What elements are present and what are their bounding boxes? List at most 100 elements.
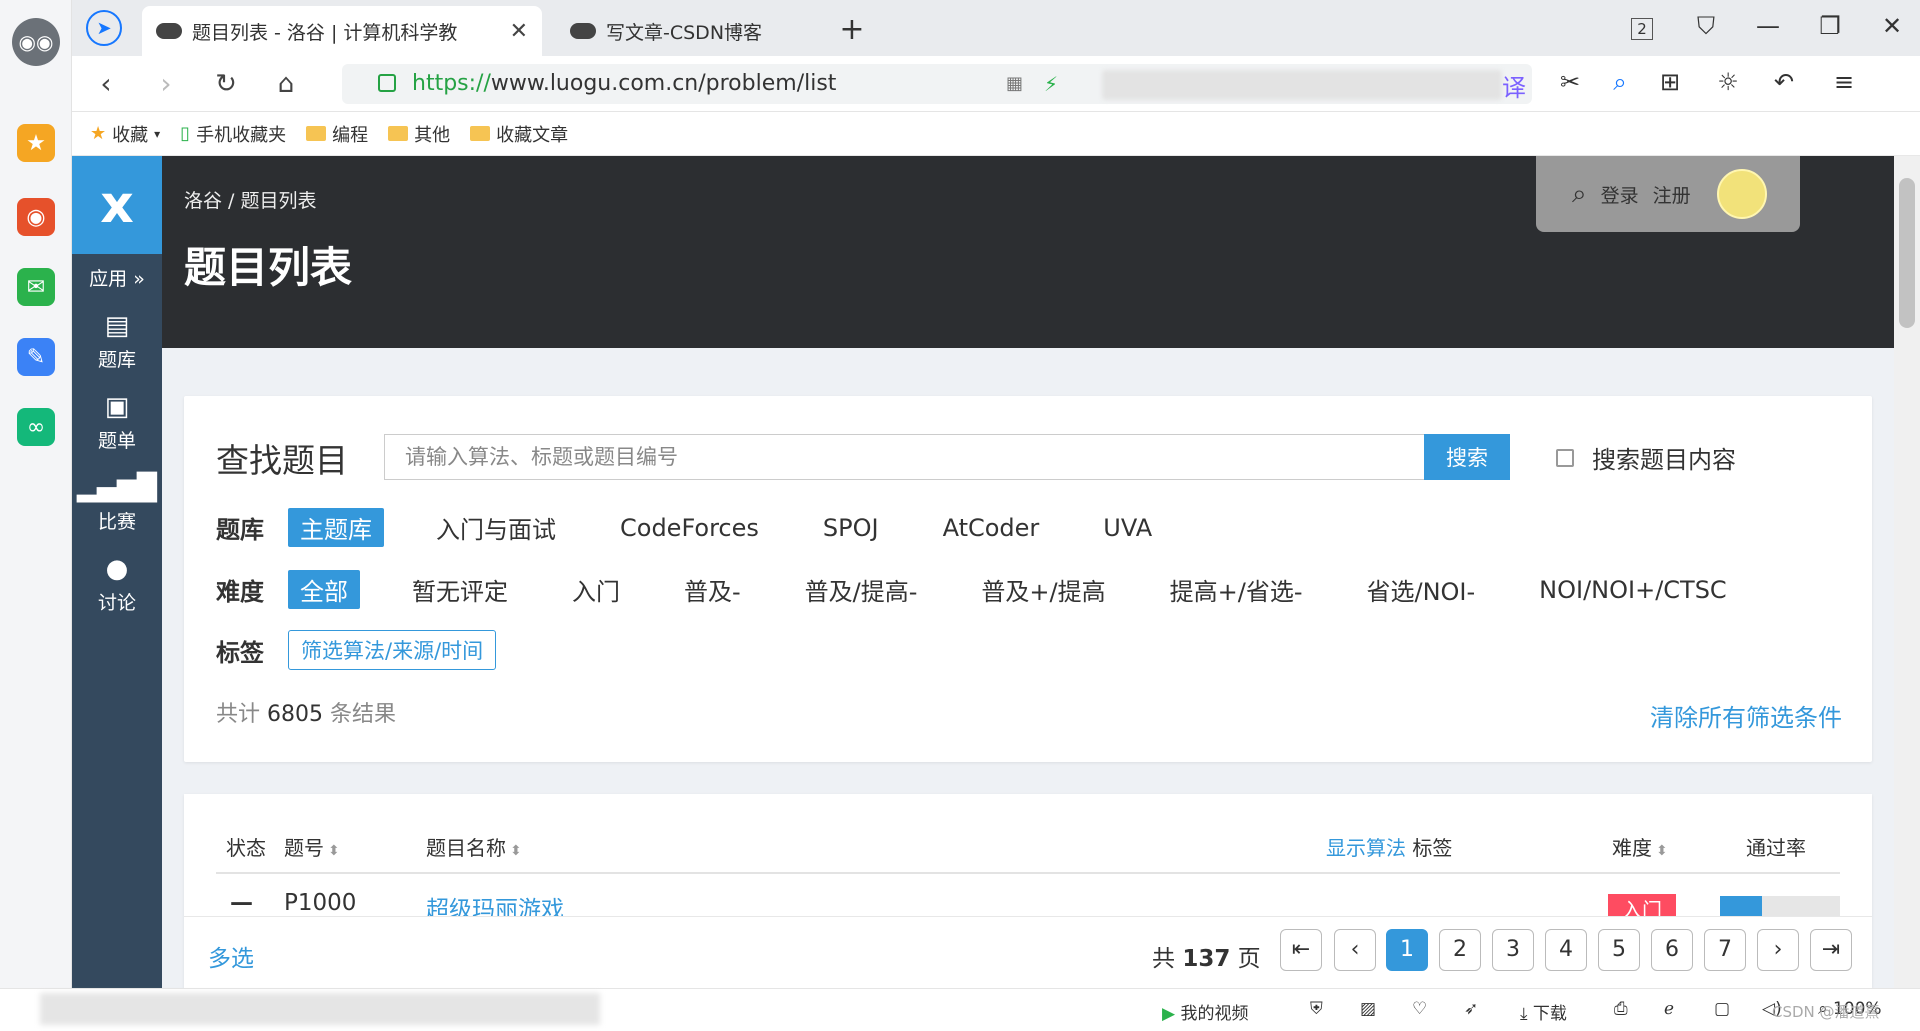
bank-option-spoj[interactable]: SPOJ (811, 512, 891, 544)
page-button-2[interactable]: 2 (1439, 929, 1481, 971)
qr-code-icon[interactable]: ▦ (1006, 64, 1023, 104)
show-algorithm-link[interactable]: 显示算法 (1326, 836, 1406, 860)
column-tags-label: 标签 (1412, 836, 1453, 860)
reload-icon[interactable]: ↻ (206, 66, 246, 102)
translate-icon[interactable]: 译 (1496, 68, 1532, 103)
clear-filters-link[interactable]: 清除所有筛选条件 (1650, 698, 1842, 733)
column-difficulty[interactable]: 难度 ⬍ (1612, 832, 1668, 861)
page-button-3[interactable]: 3 (1492, 929, 1534, 971)
navigation-compass-icon[interactable]: ➤ (86, 10, 122, 46)
weibo-icon[interactable]: ◉ (17, 198, 55, 236)
search-content-toggle[interactable]: 搜索题目内容 (1556, 440, 1736, 475)
last-page-icon[interactable]: ⇥ (1810, 929, 1852, 971)
bookmark-articles[interactable]: 收藏文章 (470, 121, 568, 147)
row-pid[interactable]: P1000 (284, 890, 356, 916)
scrollbar-thumb[interactable] (1899, 178, 1915, 328)
page-button-1[interactable]: 1 (1386, 929, 1428, 971)
difficulty-option-popularize-minus[interactable]: 普及- (672, 570, 753, 609)
ie-compat-icon[interactable]: ℯ (1664, 999, 1674, 1019)
difficulty-option-intro[interactable]: 入门 (560, 570, 632, 609)
shield-icon[interactable]: ⛨ (1310, 999, 1323, 1019)
difficulty-option-popularize-improve-minus[interactable]: 普及/提高- (793, 570, 930, 609)
bank-option-uva[interactable]: UVA (1091, 512, 1164, 544)
difficulty-option-unrated[interactable]: 暂无评定 (400, 570, 520, 609)
favorites-star-icon[interactable]: ★ (17, 124, 55, 162)
avatar[interactable] (1716, 169, 1767, 219)
my-video-button[interactable]: ▶ 我的视频 (1162, 999, 1248, 1024)
window-icon[interactable]: ▢ (1714, 999, 1730, 1019)
close-window-icon[interactable]: ✕ (1872, 12, 1912, 40)
bookmark-favorites[interactable]: ★ 收藏 ▾ (90, 121, 160, 147)
prev-page-icon[interactable]: ‹ (1334, 929, 1376, 971)
difficulty-option-noi[interactable]: NOI/NOI+/CTSC (1527, 574, 1739, 606)
column-name[interactable]: 题目名称 ⬍ (426, 832, 522, 861)
tab-luogu[interactable]: 题目列表 - 洛谷 | 计算机科学教 ✕ (142, 6, 542, 56)
undo-icon[interactable]: ↶ (1766, 68, 1802, 96)
skin-shirt-icon[interactable]: ⛉ (1686, 12, 1726, 40)
print-icon[interactable]: ⎙ (1614, 999, 1628, 1019)
column-pid[interactable]: 题号 ⬍ (284, 832, 340, 861)
home-icon[interactable]: ⌂ (266, 66, 306, 102)
breadcrumb[interactable]: 洛谷 / 题目列表 (184, 186, 316, 213)
luogu-logo-icon[interactable]: ⅹ (72, 156, 162, 254)
bank-option-main[interactable]: 主题库 (288, 508, 384, 547)
difficulty-option-all[interactable]: 全部 (288, 570, 360, 609)
page-button-7[interactable]: 7 (1704, 929, 1746, 971)
apps-toggle[interactable]: 应用 » (72, 264, 162, 291)
bookmark-programming[interactable]: 编程 (306, 121, 368, 147)
apps-grid-icon[interactable]: ⊞ (1652, 68, 1688, 96)
search-content-checkbox[interactable] (1556, 448, 1574, 467)
next-page-icon[interactable]: › (1757, 929, 1799, 971)
page-scrollbar[interactable] (1894, 156, 1920, 988)
tag-filter-button[interactable]: 筛选算法/来源/时间 (288, 630, 497, 670)
close-tab-icon[interactable]: ✕ (510, 19, 528, 44)
notes-icon[interactable]: ✎ (17, 338, 55, 376)
search-magnifier-icon[interactable]: ⌕ (1602, 68, 1638, 96)
new-tab-plus-icon[interactable]: + (832, 12, 872, 47)
url-field[interactable]: https://www.luogu.com.cn/problem/list ▦ … (342, 64, 1532, 104)
download-button[interactable]: ⤓ 下载 (1520, 999, 1567, 1024)
difficulty-option-improve-plus[interactable]: 提高+/省选- (1158, 570, 1315, 609)
bookmark-mobile[interactable]: ▯ 手机收藏夹 (180, 121, 286, 147)
forward-arrow-icon[interactable]: › (146, 66, 186, 102)
bank-option-intro[interactable]: 入门与面试 (424, 508, 568, 547)
filter-heading: 查找题目 (216, 441, 348, 480)
bookmark-other[interactable]: 其他 (388, 121, 450, 147)
minimize-icon[interactable]: — (1748, 12, 1788, 40)
search-input[interactable] (384, 434, 1424, 480)
page-button-5[interactable]: 5 (1598, 929, 1640, 971)
difficulty-option-popularize-plus[interactable]: 普及+/提高 (969, 570, 1117, 609)
multi-select-button[interactable]: 多选 (208, 939, 254, 973)
search-button[interactable]: 搜索 (1424, 434, 1510, 480)
result-suffix: 条结果 (330, 702, 397, 727)
tab-count-badge[interactable]: 2 (1622, 12, 1662, 40)
difficulty-option-provincial[interactable]: 省选/NOI- (1354, 570, 1487, 609)
image-icon[interactable]: ▨ (1360, 999, 1376, 1019)
login-link[interactable]: 登录 (1601, 181, 1639, 208)
menu-icon[interactable]: ≡ (1826, 68, 1862, 96)
page-button-4[interactable]: 4 (1545, 929, 1587, 971)
page-button-6[interactable]: 6 (1651, 929, 1693, 971)
sidebar-item-label: 比赛 (97, 511, 136, 533)
mail-icon[interactable]: ✉ (17, 268, 55, 306)
cloud-link-icon[interactable]: ∞ (17, 408, 55, 446)
bank-option-codeforces[interactable]: CodeForces (608, 512, 771, 544)
sidebar-item-problems[interactable]: ▤ 题库 (72, 311, 162, 372)
rocket-icon[interactable]: ➶ (1464, 999, 1478, 1019)
brightness-icon[interactable]: ☼ (1710, 68, 1746, 96)
browser-status-bar: ▶ 我的视频 ⛨ ▨ ♡ ➶ ⤓ 下载 ⎙ ℯ ▢ ◁) ⌕ 100% CSDN… (0, 988, 1920, 1031)
scissors-icon[interactable]: ✂ (1552, 68, 1588, 96)
register-link[interactable]: 注册 (1653, 181, 1691, 208)
lightning-icon[interactable]: ⚡ (1044, 64, 1058, 104)
search-icon[interactable]: ⌕ (1572, 179, 1587, 210)
bank-option-atcoder[interactable]: AtCoder (931, 512, 1052, 544)
sidebar-item-contest[interactable]: ▂▄▆█ 比赛 (72, 473, 162, 534)
incognito-avatar-icon[interactable]: ◉◉ (12, 18, 60, 66)
sort-icon: ⬍ (1656, 843, 1668, 859)
back-arrow-icon[interactable]: ‹ (86, 66, 126, 102)
first-page-icon[interactable]: ⇤ (1280, 929, 1322, 971)
restore-icon[interactable]: ❐ (1810, 12, 1850, 40)
heartbeat-icon[interactable]: ♡ (1412, 999, 1427, 1019)
sidebar-item-training[interactable]: ▣ 题单 (72, 392, 162, 453)
sidebar-item-discuss[interactable]: ● 讨论 (72, 554, 162, 615)
